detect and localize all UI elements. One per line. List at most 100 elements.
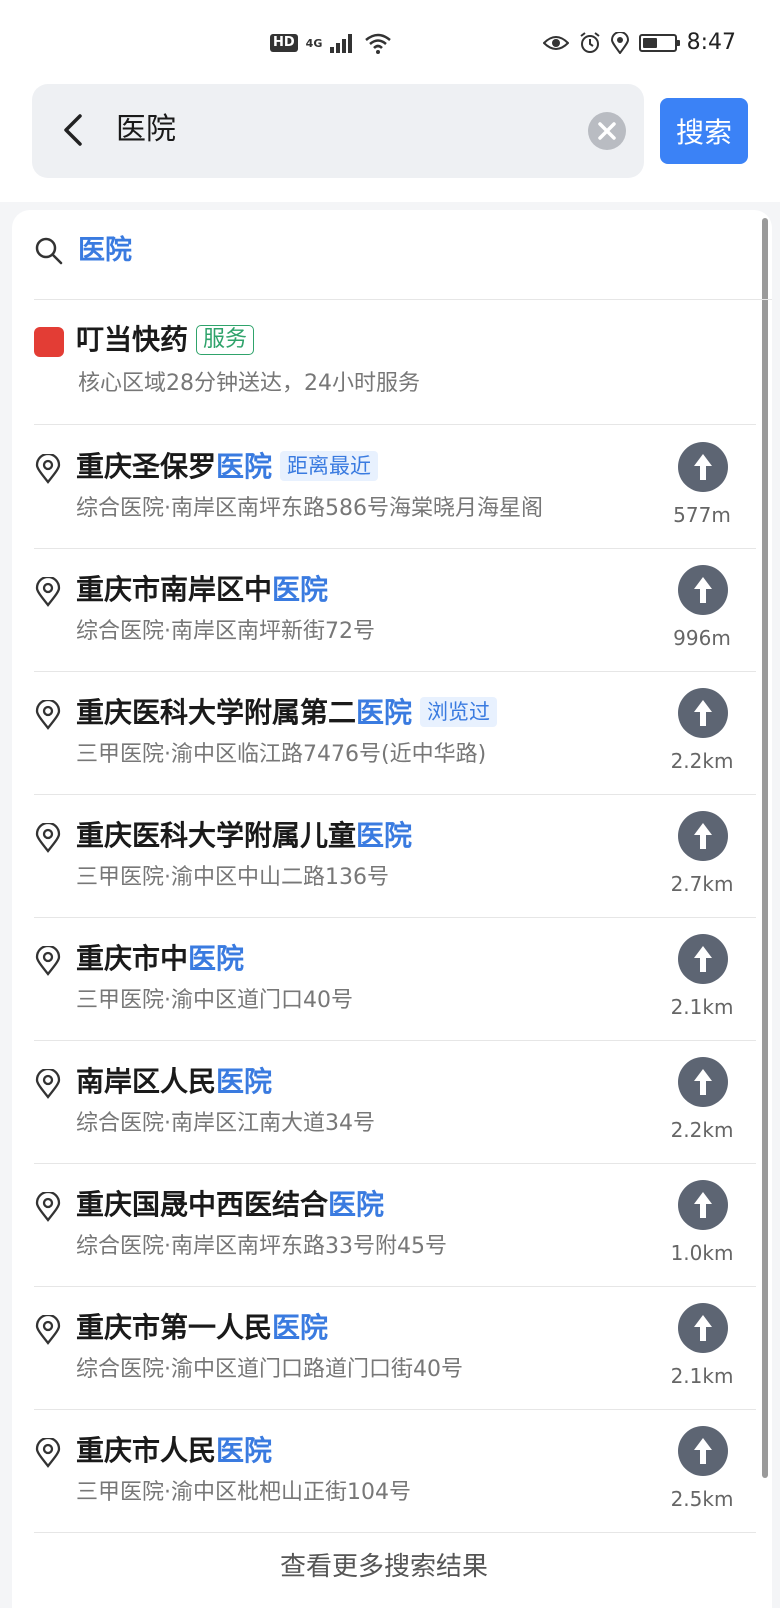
- poi-name-highlight: 医院: [216, 1065, 273, 1098]
- search-icon: [35, 237, 63, 265]
- poi-distance: 996m: [673, 626, 731, 650]
- navigate-arrow-icon: [694, 1315, 712, 1341]
- poi-result[interactable]: 重庆圣保罗医院 距离最近 综合医院·南岸区南坪东路586号海棠晓月海星阁 577m: [34, 426, 756, 549]
- service-tag: 服务: [196, 325, 255, 355]
- poi-address: 三甲医院·渝中区中山二路136号: [76, 865, 389, 890]
- close-circle-icon[interactable]: [588, 112, 626, 150]
- navigate-button[interactable]: [678, 1426, 728, 1476]
- poi-name: 重庆市第一人民医院: [76, 1309, 328, 1347]
- location-pin-icon: [35, 577, 61, 607]
- poi-name-text: 重庆国晟中西医结合: [76, 1188, 329, 1221]
- poi-address: 三甲医院·渝中区临江路7476号(近中华路): [76, 742, 487, 767]
- poi-name-text: 重庆市南岸区中: [76, 573, 273, 606]
- wifi-icon: [365, 33, 392, 54]
- poi-name-text: 重庆圣保罗: [76, 450, 217, 483]
- poi-name: 重庆市南岸区中医院: [76, 571, 328, 609]
- eye-icon: [542, 35, 569, 50]
- navigate-button[interactable]: [678, 565, 728, 615]
- scrollbar[interactable]: [762, 218, 768, 1478]
- poi-name: 重庆医科大学附属第二医院 浏览过: [76, 694, 498, 732]
- location-pin-icon: [35, 946, 61, 976]
- suggestion-row[interactable]: 医院: [34, 210, 772, 300]
- search-header: 医院 搜索: [0, 84, 780, 202]
- navigate-button[interactable]: [678, 811, 728, 861]
- poi-name-highlight: 医院: [272, 1311, 329, 1344]
- status-bar: HD 4G 8:47: [0, 0, 780, 84]
- chevron-left-icon[interactable]: [54, 110, 94, 150]
- navigate-arrow-icon: [694, 1438, 712, 1464]
- dingdang-logo-icon: [34, 327, 64, 357]
- poi-result[interactable]: 南岸区人民医院 综合医院·南岸区江南大道34号 2.2km: [34, 1041, 756, 1164]
- poi-distance: 2.2km: [670, 749, 734, 773]
- navigate-arrow-icon: [694, 823, 712, 849]
- poi-address: 综合医院·南岸区南坪东路33号附45号: [76, 1234, 447, 1259]
- poi-address: 三甲医院·渝中区枇杷山正街104号: [76, 1480, 411, 1505]
- more-results-link[interactable]: 查看更多搜索结果: [12, 1550, 756, 1584]
- location-pin-icon: [35, 1192, 61, 1222]
- promo-row[interactable]: 叮当快药 服务 核心区域28分钟送达，24小时服务: [34, 301, 756, 425]
- poi-distance: 2.2km: [670, 1118, 734, 1142]
- poi-result[interactable]: 重庆医科大学附属第二医院 浏览过 三甲医院·渝中区临江路7476号(近中华路) 2…: [34, 672, 756, 795]
- poi-name-highlight: 医院: [188, 942, 245, 975]
- poi-name: 重庆国晟中西医结合医院: [76, 1186, 384, 1224]
- search-button[interactable]: 搜索: [660, 98, 748, 164]
- poi-result[interactable]: 重庆市南岸区中医院 综合医院·南岸区南坪新街72号 996m: [34, 549, 756, 672]
- status-left: HD 4G: [270, 32, 392, 54]
- location-pin-icon: [35, 1315, 61, 1345]
- poi-result[interactable]: 重庆市中医院 三甲医院·渝中区道门口40号 2.1km: [34, 918, 756, 1041]
- poi-badge: 浏览过: [420, 697, 498, 727]
- navigate-button[interactable]: [678, 442, 728, 492]
- poi-result[interactable]: 重庆市人民医院 三甲医院·渝中区枇杷山正街104号 2.5km: [34, 1410, 756, 1533]
- poi-name-text: 重庆市中: [76, 942, 189, 975]
- poi-name-text: 重庆医科大学附属儿童: [76, 819, 357, 852]
- poi-address: 综合医院·南岸区南坪东路586号海棠晓月海星阁: [76, 496, 543, 521]
- poi-distance: 577m: [673, 503, 731, 527]
- poi-name: 重庆市人民医院: [76, 1432, 272, 1470]
- poi-name-highlight: 医院: [356, 819, 413, 852]
- location-pin-icon: [35, 1438, 61, 1468]
- battery-icon: [638, 33, 680, 52]
- navigate-button[interactable]: [678, 688, 728, 738]
- poi-name-highlight: 医院: [328, 1188, 385, 1221]
- poi-distance: 1.0km: [670, 1241, 734, 1265]
- signal-icon: [330, 34, 353, 53]
- poi-address: 综合医院·南岸区南坪新街72号: [76, 619, 375, 644]
- navigate-button[interactable]: [678, 1057, 728, 1107]
- search-box[interactable]: 医院: [32, 84, 644, 178]
- poi-name: 重庆医科大学附属儿童医院: [76, 817, 412, 855]
- poi-name-highlight: 医院: [216, 450, 273, 483]
- hd-badge: HD: [270, 34, 298, 52]
- poi-name-text: 重庆市第一人民: [76, 1311, 273, 1344]
- poi-distance: 2.7km: [670, 872, 734, 896]
- navigate-arrow-icon: [694, 1069, 712, 1095]
- search-input[interactable]: 医院: [116, 110, 176, 150]
- poi-distance: 2.1km: [670, 995, 734, 1019]
- poi-name-text: 重庆医科大学附属第二: [76, 696, 357, 729]
- navigate-arrow-icon: [694, 454, 712, 480]
- location-pin-icon: [35, 1069, 61, 1099]
- navigate-button[interactable]: [678, 934, 728, 984]
- poi-name-highlight: 医院: [356, 696, 413, 729]
- poi-result[interactable]: 重庆医科大学附属儿童医院 三甲医院·渝中区中山二路136号 2.7km: [34, 795, 756, 918]
- location-pin-icon: [35, 700, 61, 730]
- poi-badge: 距离最近: [280, 451, 379, 481]
- poi-address: 综合医院·渝中区道门口路道门口街40号: [76, 1357, 463, 1382]
- poi-result[interactable]: 重庆国晟中西医结合医院 综合医院·南岸区南坪东路33号附45号 1.0km: [34, 1164, 756, 1287]
- poi-distance: 2.1km: [670, 1364, 734, 1388]
- location-pin-icon: [35, 823, 61, 853]
- poi-address: 三甲医院·渝中区道门口40号: [76, 988, 353, 1013]
- poi-name: 重庆市中医院: [76, 940, 244, 978]
- promo-title-text: 叮当快药: [76, 323, 189, 356]
- location-pin-icon: [35, 454, 61, 484]
- alarm-icon: [579, 31, 600, 53]
- poi-distance: 2.5km: [670, 1487, 734, 1511]
- promo-description: 核心区域28分钟送达，24小时服务: [78, 371, 420, 396]
- navigate-button[interactable]: [678, 1303, 728, 1353]
- poi-address: 综合医院·南岸区江南大道34号: [76, 1111, 375, 1136]
- poi-result[interactable]: 重庆市第一人民医院 综合医院·渝中区道门口路道门口街40号 2.1km: [34, 1287, 756, 1410]
- results-card: 医院 叮当快药 服务 核心区域28分钟送达，24小时服务 重庆圣保罗医院 距离最近 …: [12, 210, 772, 1608]
- navigate-arrow-icon: [694, 1192, 712, 1218]
- poi-name-highlight: 医院: [272, 573, 329, 606]
- poi-name: 南岸区人民医院: [76, 1063, 272, 1101]
- navigate-button[interactable]: [678, 1180, 728, 1230]
